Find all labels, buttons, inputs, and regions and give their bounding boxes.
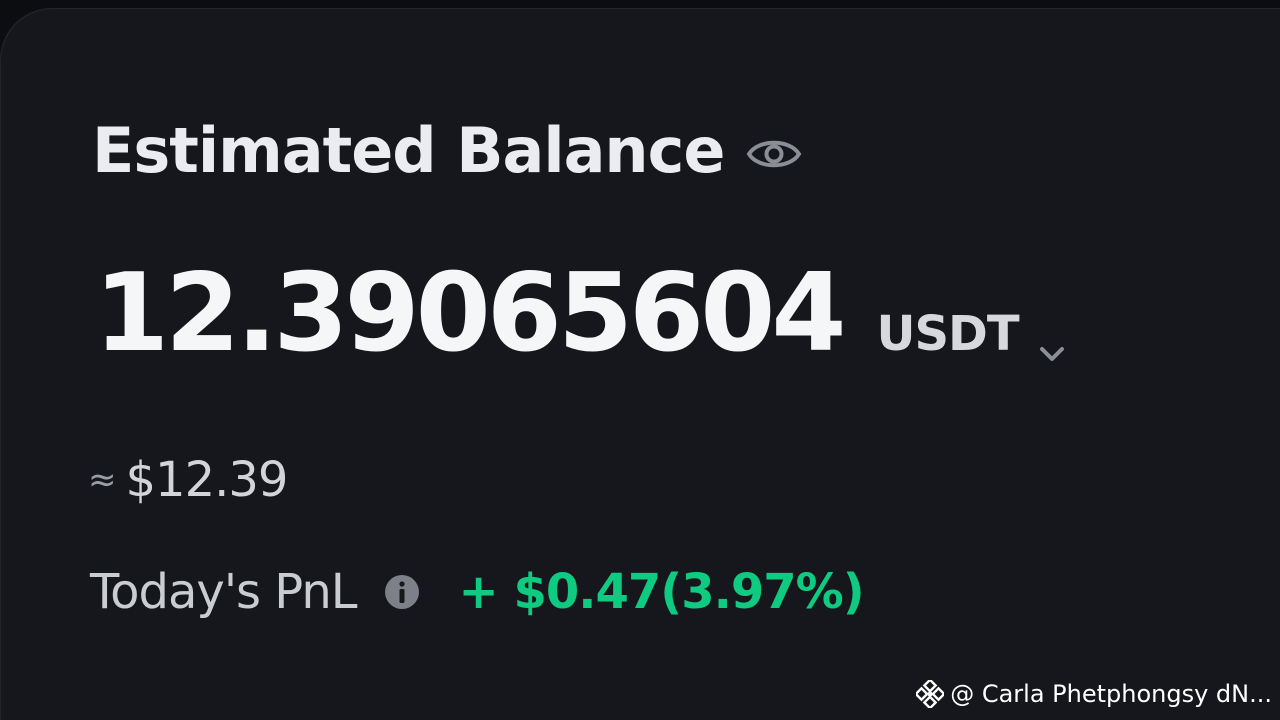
watermark-text: @ Carla Phetphongsy dN...	[950, 680, 1272, 708]
binance-logo-icon	[914, 678, 947, 710]
title-row: Estimated Balance	[92, 120, 802, 182]
card-title: Estimated Balance	[92, 114, 725, 187]
pnl-value: + $0.47(3.97%)	[458, 564, 865, 620]
currency-selector[interactable]: USDT	[876, 306, 1067, 362]
estimated-balance-card: Estimated Balance 12.39065604 USDT ≈ $12…	[0, 8, 1280, 720]
balance-amount-row: 12.39065604 USDT	[94, 260, 1067, 368]
info-icon[interactable]	[383, 573, 421, 611]
pnl-label: Today's PnL	[90, 564, 358, 620]
balance-amount: 12.39065604	[94, 251, 846, 376]
eye-icon[interactable]	[746, 134, 802, 174]
currency-label: USDT	[876, 306, 1020, 362]
pnl-row: Today's PnL + $0.47(3.97%)	[90, 564, 865, 620]
chevron-down-icon	[1037, 324, 1067, 361]
watermark: @ Carla Phetphongsy dN...	[914, 678, 1272, 710]
fiat-equivalent: ≈ $12.39	[88, 452, 289, 508]
fiat-value: $12.39	[125, 452, 289, 508]
approx-sign: ≈	[88, 460, 116, 500]
